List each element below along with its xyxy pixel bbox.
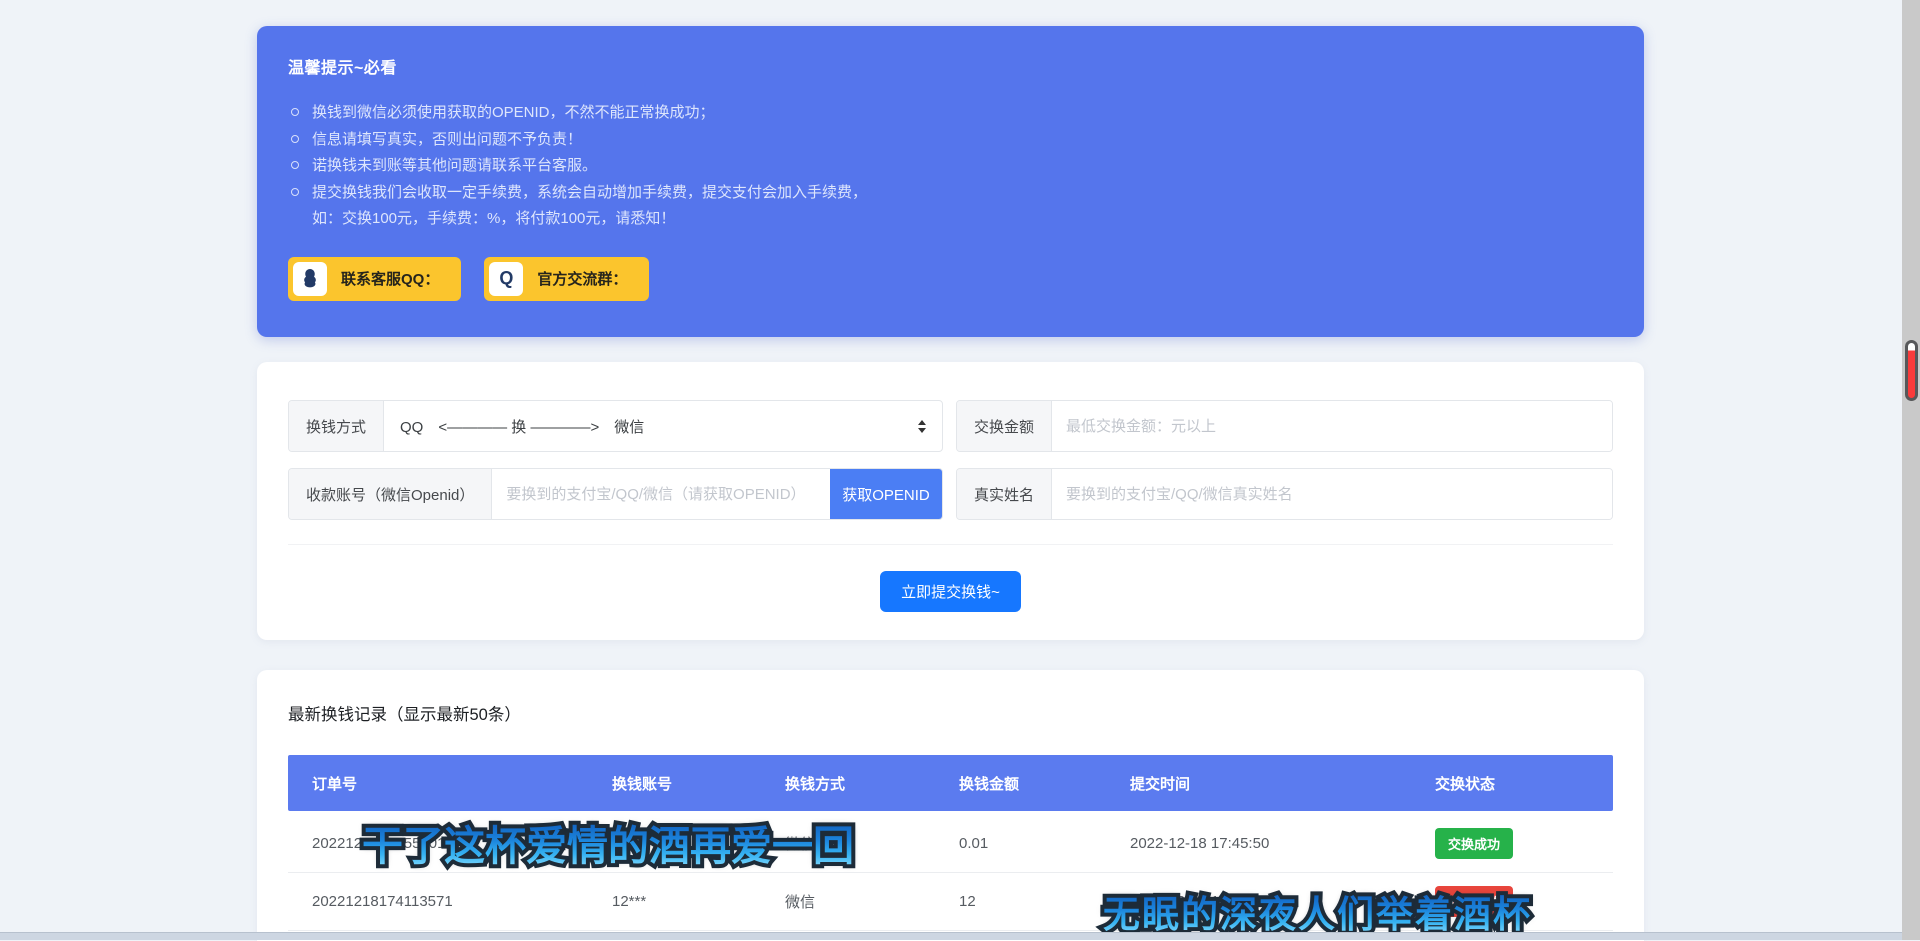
method-cell: 微信 [785, 833, 959, 854]
submit-exchange-button[interactable]: 立即提交换钱~ [880, 571, 1021, 612]
order-cell: 20221218174550018 [312, 835, 612, 852]
status-cell: 交换成功 [1435, 828, 1613, 859]
amount-input[interactable] [1052, 401, 1612, 451]
notice-item: 如：交换100元，手续费：%，将付款100元，请悉知！ [288, 206, 1613, 233]
col-method: 换钱方式 [785, 773, 959, 794]
col-account: 换钱账号 [612, 773, 785, 794]
notice-text: 如：交换100元，手续费：%，将付款100元，请悉知！ [312, 206, 675, 233]
notice-item: 诺换钱未到账等其他问题请联系平台客服。 [288, 153, 1613, 180]
status-badge: 交换成功 [1435, 828, 1513, 859]
col-order: 订单号 [312, 773, 612, 794]
notice-item: 换钱到微信必须使用获取的OPENID，不然不能正常换成功； [288, 100, 1613, 127]
account-group: 收款账号（微信Openid） 获取OPENID [288, 468, 943, 520]
get-openid-button[interactable]: 获取OPENID [830, 469, 942, 519]
notice-title: 温馨提示~必看 [288, 54, 1613, 78]
records-panel: 最新换钱记录（显示最新50条） 订单号 换钱账号 换钱方式 换钱金额 提交时间 … [257, 670, 1644, 941]
bullet-marker [291, 135, 299, 143]
time-cell: 2022-12-18 17:45:50 [1130, 835, 1435, 852]
horizontal-scrollbar[interactable] [0, 932, 1920, 940]
notice-panel: 温馨提示~必看 换钱到微信必须使用获取的OPENID，不然不能正常换成功；信息请… [257, 26, 1644, 337]
time-cell: 2022-12-18 17:41:13 [1130, 893, 1435, 910]
method-cell: 微信 [785, 891, 959, 912]
form-grid: 换钱方式 QQ <———— 换 ————> 微信 交换金额 收款账号（微信Ope… [288, 400, 1613, 520]
table-header: 订单号 换钱账号 换钱方式 换钱金额 提交时间 交换状态 [288, 755, 1613, 811]
amount-cell: 12 [959, 893, 1130, 910]
records-title: 最新换钱记录（显示最新50条） [288, 701, 1613, 725]
table-row: 20221218174113571 12*** 微信 12 2022-12-18… [288, 873, 1613, 931]
amount-cell: 0.01 [959, 835, 1130, 852]
notice-text: 换钱到微信必须使用获取的OPENID，不然不能正常换成功； [312, 100, 715, 127]
realname-group: 真实姓名 [956, 468, 1613, 520]
up-down-arrows-icon [918, 420, 926, 433]
notice-item: 信息请填写真实，否则出问题不予负责！ [288, 127, 1613, 154]
order-cell: 20221218174113571 [312, 893, 612, 910]
method-value: QQ <———— 换 ————> 微信 [400, 416, 918, 437]
official-group-label: 官方交流群： [537, 268, 627, 289]
status-cell: 交换失败 [1435, 886, 1613, 917]
amount-group: 交换金额 [956, 400, 1613, 452]
realname-input[interactable] [1052, 469, 1612, 519]
col-status: 交换状态 [1435, 773, 1613, 794]
notice-text: 信息请填写真实，否则出问题不予负责！ [312, 127, 582, 154]
account-cell: 12*** [612, 893, 785, 910]
col-time: 提交时间 [1130, 773, 1435, 794]
contact-qq-button[interactable]: 联系客服QQ： [288, 257, 461, 301]
bullet-marker [291, 161, 299, 169]
bullet-marker [291, 108, 299, 116]
status-badge: 交换失败 [1435, 886, 1513, 917]
exchange-form: 换钱方式 QQ <———— 换 ————> 微信 交换金额 收款账号（微信Ope… [257, 362, 1644, 640]
amount-label: 交换金额 [957, 401, 1052, 451]
method-label: 换钱方式 [289, 401, 384, 451]
vertical-scrollbar[interactable] [1902, 0, 1920, 940]
notice-item: 提交换钱我们会收取一定手续费，系统会自动增加手续费，提交支付会加入手续费， [288, 180, 1613, 207]
official-group-button[interactable]: Q 官方交流群： [484, 257, 649, 301]
main-container: 温馨提示~必看 换钱到微信必须使用获取的OPENID，不然不能正常换成功；信息请… [257, 0, 1644, 941]
method-group: 换钱方式 QQ <———— 换 ————> 微信 [288, 400, 943, 452]
bullet-marker [291, 188, 299, 196]
openid-input[interactable] [492, 469, 830, 519]
notice-list: 换钱到微信必须使用获取的OPENID，不然不能正常换成功；信息请填写真实，否则出… [288, 100, 1613, 233]
records-table-body: 20221218174550018 微信 0.01 2022-12-18 17:… [288, 815, 1613, 931]
notice-text: 诺换钱未到账等其他问题请联系平台客服。 [312, 153, 597, 180]
notice-buttons: 联系客服QQ： Q 官方交流群： [288, 257, 1613, 301]
qq-penguin-icon [293, 262, 327, 296]
col-amount: 换钱金额 [959, 773, 1130, 794]
table-row: 20221218174550018 微信 0.01 2022-12-18 17:… [288, 815, 1613, 873]
notice-text: 提交换钱我们会收取一定手续费，系统会自动增加手续费，提交支付会加入手续费， [312, 180, 867, 207]
method-select[interactable]: QQ <———— 换 ————> 微信 [384, 401, 942, 451]
submit-row: 立即提交换钱~ [288, 544, 1613, 612]
contact-qq-label: 联系客服QQ： [341, 268, 439, 289]
q-letter-icon: Q [489, 262, 523, 296]
scrollbar-thumb[interactable] [1905, 340, 1918, 401]
realname-label: 真实姓名 [957, 469, 1052, 519]
account-label: 收款账号（微信Openid） [289, 469, 492, 519]
page: { "colors": { "page_bg": "#eff3f8", "not… [0, 0, 1920, 940]
